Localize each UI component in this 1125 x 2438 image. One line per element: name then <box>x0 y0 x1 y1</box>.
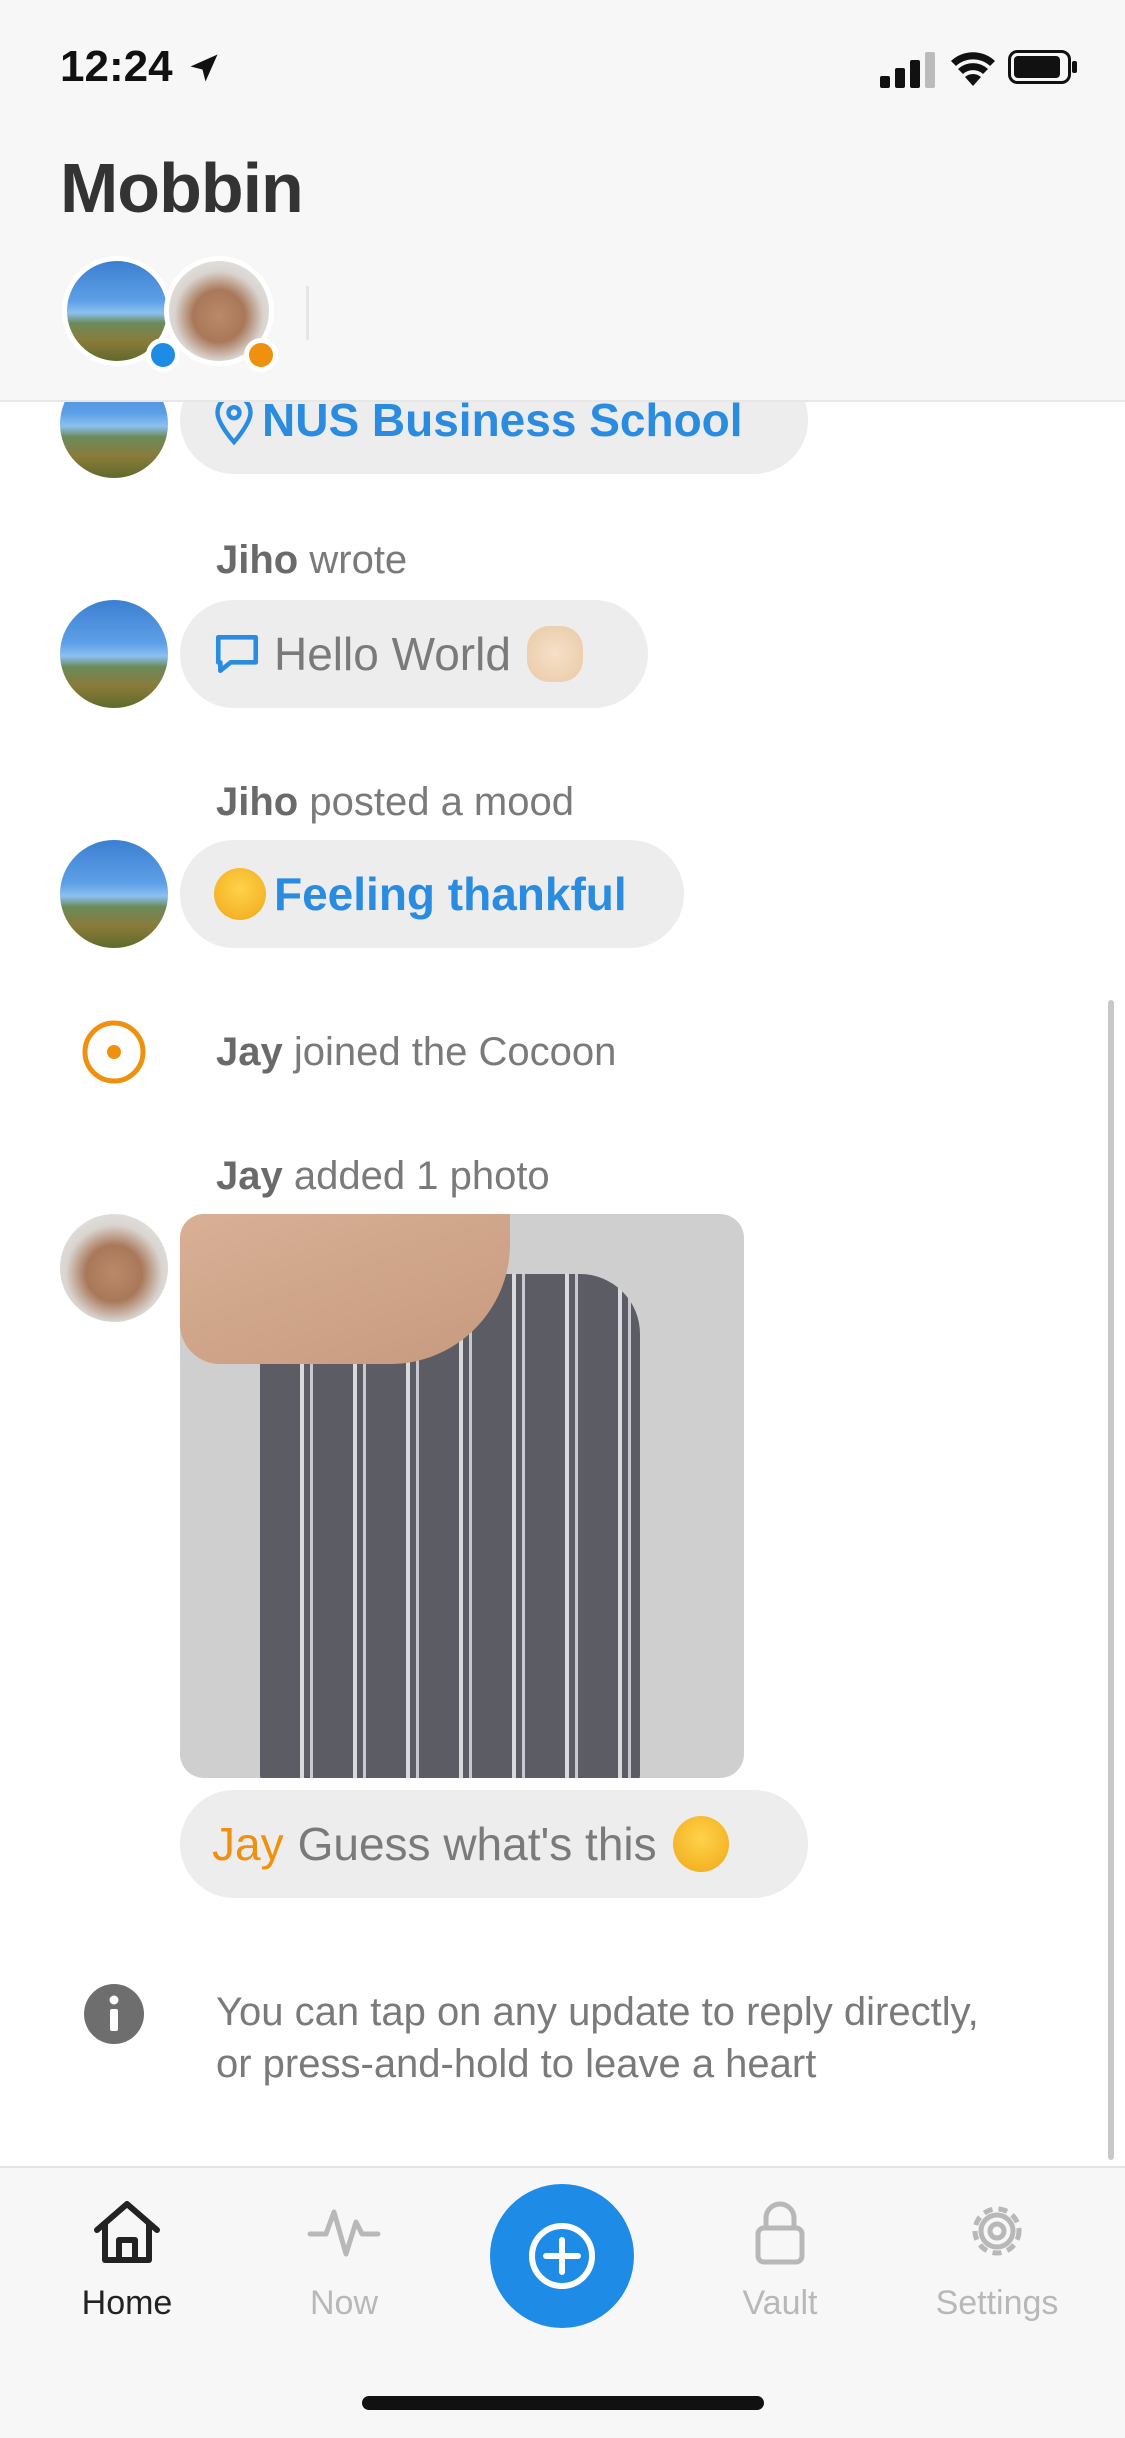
message-bubble[interactable]: Hello World <box>180 600 648 708</box>
avatar <box>60 1214 168 1322</box>
plus-circle-icon <box>529 2223 595 2289</box>
sunglasses-emoji-icon <box>672 1816 729 1872</box>
cellular-signal-icon <box>880 52 935 88</box>
tip-line-1: You can tap on any update to reply direc… <box>216 1990 979 2034</box>
lock-icon <box>755 2201 805 2265</box>
message-text: Hello World <box>274 628 511 680</box>
avatar <box>60 840 168 948</box>
tab-label: Vault <box>742 2284 818 2322</box>
pulse-icon <box>307 2209 381 2257</box>
action-text: posted a mood <box>309 780 574 824</box>
star-struck-emoji-icon <box>214 868 266 920</box>
gear-icon <box>972 2206 1022 2256</box>
tab-label: Now <box>309 2284 379 2322</box>
wrote-caption: Jiho wrote <box>216 538 407 583</box>
tab-settings[interactable]: Settings <box>917 2196 1077 2323</box>
action-text: joined the Cocoon <box>293 1030 617 1074</box>
mood-caption: Jiho posted a mood <box>216 780 574 825</box>
action-text: added 1 photo <box>293 1154 550 1198</box>
author-name: Jay <box>216 1154 283 1198</box>
status-bar: 12:24 <box>0 0 1125 140</box>
author-name: Jiho <box>216 538 299 582</box>
status-time: 12:24 <box>60 42 173 91</box>
location-label: NUS Business School <box>262 400 743 446</box>
photo-caption: Jay added 1 photo <box>216 1154 550 1199</box>
tab-label: Home <box>81 2284 173 2322</box>
add-update-button[interactable] <box>490 2184 634 2328</box>
home-icon <box>94 2201 160 2263</box>
thumbs-up-icon <box>526 626 583 682</box>
author-name: Jay <box>216 1030 283 1074</box>
photo-post-image[interactable] <box>180 1214 744 1778</box>
battery-icon <box>1008 50 1077 84</box>
status-dot-orange <box>244 338 278 372</box>
mood-text: Feeling thankful <box>274 868 627 920</box>
caption-author: Jay <box>212 1818 284 1870</box>
joined-target-icon <box>82 1020 146 1084</box>
avatar <box>60 600 168 708</box>
location-pin-icon <box>215 400 253 446</box>
tab-home[interactable]: Home <box>47 2196 207 2323</box>
action-text: wrote <box>309 538 408 582</box>
caption-text: Guess what's this <box>297 1818 657 1870</box>
speech-bubble-icon <box>215 635 259 673</box>
info-icon <box>84 1984 144 2044</box>
page-title: Mobbin <box>60 149 304 227</box>
joined-caption: Jay joined the Cocoon <box>216 1030 616 1075</box>
scrollbar[interactable] <box>1108 1000 1114 2160</box>
avatar <box>60 400 168 478</box>
tip-text: You can tap on any update to reply direc… <box>216 1986 979 2090</box>
header-divider <box>306 286 309 340</box>
mood-bubble[interactable]: Feeling thankful <box>180 840 684 948</box>
tab-now[interactable]: Now <box>264 2196 424 2323</box>
location-arrow-icon <box>190 54 218 82</box>
photo-caption-bubble[interactable]: Jay Guess what's this <box>180 1790 808 1898</box>
tab-label: Settings <box>935 2284 1059 2322</box>
home-indicator[interactable] <box>362 2396 764 2410</box>
feed[interactable]: NUS Business School Jiho wrote Hello Wor… <box>0 400 1125 2166</box>
tip-line-2: or press-and-hold to leave a heart <box>216 2042 817 2086</box>
location-bubble[interactable]: NUS Business School <box>180 400 808 474</box>
tab-vault[interactable]: Vault <box>700 2196 860 2323</box>
wifi-icon <box>951 52 995 86</box>
header: 12:24 Mobbin <box>0 0 1125 402</box>
author-name: Jiho <box>216 780 299 824</box>
